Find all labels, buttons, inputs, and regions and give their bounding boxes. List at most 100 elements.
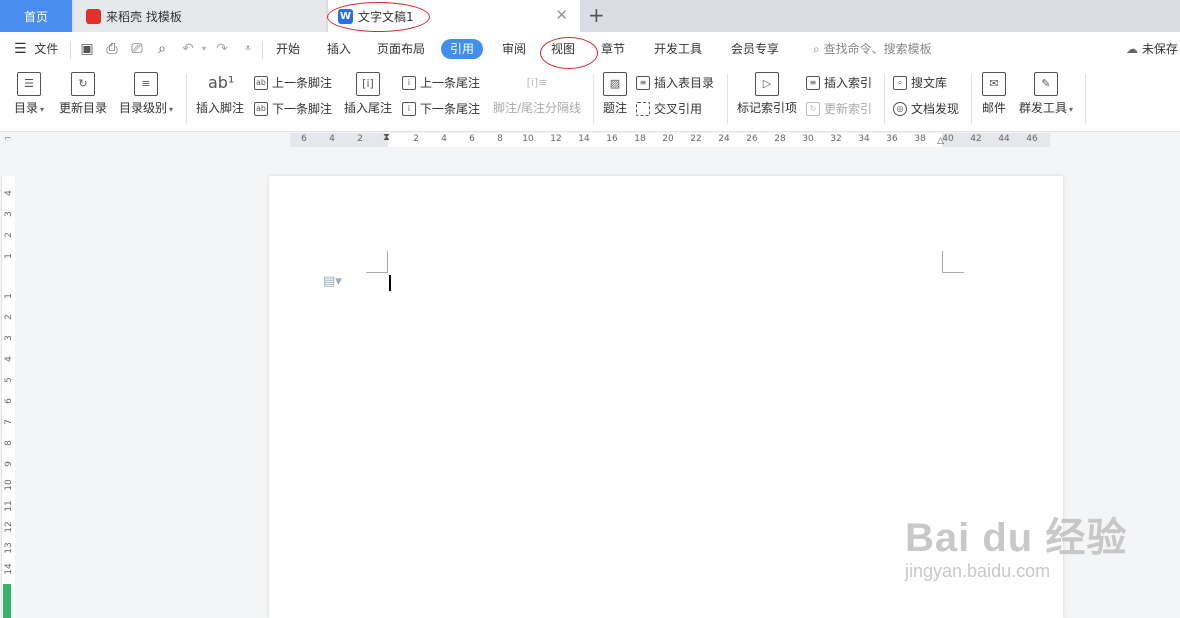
tab-chapter[interactable]: 章节: [601, 32, 625, 66]
search-library-label: 搜文库: [911, 76, 948, 90]
paragraph-layout-icon[interactable]: ▤▾: [323, 274, 342, 289]
tab-page-layout[interactable]: 页面布局: [377, 32, 425, 66]
hamburger-icon: ☰: [14, 41, 27, 57]
tab-insert[interactable]: 插入: [327, 32, 351, 66]
ruler-tick-label: 6: [469, 134, 475, 144]
compass-icon: ◎: [893, 101, 907, 116]
vertical-ruler-tick-label: 9: [4, 461, 14, 467]
search-library-button[interactable]: ⌕ 搜文库: [893, 74, 947, 91]
mass-send-icon: ✎: [1034, 72, 1058, 96]
insert-index-icon: ≡: [806, 75, 820, 90]
caption-label: 题注: [602, 101, 627, 115]
ruler-tick-label: 26: [746, 134, 758, 144]
undo-icon[interactable]: ↶: [180, 41, 196, 57]
caption-button[interactable]: ▨ 题注: [602, 72, 628, 116]
vertical-ruler-tick-label: 2: [4, 314, 14, 320]
tab-review[interactable]: 审阅: [502, 32, 526, 66]
insert-table-of-figures-button[interactable]: ≡ 插入表目录: [636, 74, 714, 91]
vertical-ruler-tick-label: 4: [4, 356, 14, 362]
insert-footnote-button[interactable]: ab¹ 插入脚注: [195, 72, 245, 116]
ruler-tick-label: 2: [357, 134, 363, 144]
divider: [70, 41, 71, 59]
prev-endnote-button[interactable]: i 上一条尾注: [402, 74, 480, 91]
tab-daoke-templates[interactable]: 来稻壳 找模板: [74, 0, 326, 32]
right-indent-marker-icon[interactable]: △: [937, 136, 944, 146]
tab-developer-tools[interactable]: 开发工具: [654, 32, 702, 66]
document-discovery-button[interactable]: ◎ 文档发现: [893, 100, 959, 117]
footnote-separator-button[interactable]: [i]≡ 脚注/尾注分隔线: [491, 72, 583, 116]
ribbon-divider: [186, 74, 187, 124]
endnote-icon: [i]: [356, 72, 380, 96]
toc-button[interactable]: ☰ 目录 ▾: [12, 72, 46, 116]
tab-start[interactable]: 开始: [276, 32, 300, 66]
toc-level-button[interactable]: ≡ 目录级别 ▾: [117, 72, 175, 116]
tab-view[interactable]: 视图: [551, 32, 575, 66]
tab-references[interactable]: 引用: [441, 39, 484, 59]
command-search[interactable]: ⌕ 查找命令、搜索模板: [813, 32, 932, 66]
redo-icon[interactable]: ↷: [214, 41, 230, 57]
ruler-tick-label: 12: [550, 134, 562, 144]
prev-footnote-icon: ab: [254, 75, 268, 90]
ruler-tick-label: 4: [329, 134, 335, 144]
ruler-tick-label: 2: [413, 134, 419, 144]
vertical-ruler-tick-label: 3: [4, 335, 14, 341]
ruler-tick-label: 42: [970, 134, 982, 144]
tab-member-exclusive[interactable]: 会员专享: [731, 32, 779, 66]
ruler-tick-label: 30: [802, 134, 814, 144]
prev-footnote-button[interactable]: ab 上一条脚注: [254, 74, 332, 91]
vertical-ruler-tick-label: 7: [4, 419, 14, 425]
vertical-ruler[interactable]: 432112345678910111213141516: [0, 148, 16, 618]
vertical-ruler-tick-label: 14: [4, 563, 14, 575]
close-tab-icon[interactable]: ✕: [555, 8, 568, 23]
file-menu[interactable]: ☰ 文件: [14, 32, 58, 66]
insert-index-button[interactable]: ≡ 插入索引: [806, 74, 872, 91]
update-toc-button[interactable]: ↻ 更新目录: [57, 72, 109, 116]
margin-corner-mark: [366, 251, 388, 273]
tab-document[interactable]: W 文字文稿1 ✕: [328, 0, 580, 32]
tab-stop-selector-icon[interactable]: ⌐: [4, 134, 12, 144]
vertical-ruler-tick-label: 12: [4, 521, 14, 533]
ribbon-divider: [884, 74, 885, 124]
update-toc-label: 更新目录: [58, 101, 107, 115]
new-tab-plus-icon[interactable]: +: [588, 4, 605, 26]
update-index-button[interactable]: ↻ 更新索引: [806, 100, 872, 117]
caption-icon: ▨: [603, 72, 627, 96]
print-icon[interactable]: ⎚: [129, 41, 145, 57]
vertical-ruler-tick-label: 13: [4, 542, 14, 554]
vertical-ruler-tick-label: 3: [4, 211, 14, 217]
cross-reference-button[interactable]: 交叉引用: [636, 100, 702, 117]
ruler-tick-label: 24: [718, 134, 730, 144]
table-of-figures-icon: ≡: [636, 75, 650, 90]
update-toc-icon: ↻: [71, 72, 95, 96]
insert-endnote-button[interactable]: [i] 插入尾注: [343, 72, 393, 116]
next-footnote-icon: ab: [254, 101, 268, 116]
horizontal-ruler[interactable]: ⌐ 6 4 2 2 4 6 8 10 12 14 16 18 20 22 24 26 28 30 32 34 36 38 4…: [0, 132, 1180, 148]
ruler-tick-label: 38: [914, 134, 926, 144]
footnote-ab-icon: ab¹: [208, 73, 235, 92]
mark-index-entry-button[interactable]: ▷ 标记索引项: [736, 72, 798, 116]
undo-dropdown-icon[interactable]: ▾: [196, 41, 212, 57]
vertical-ruler-tick-label: 2: [4, 232, 14, 238]
next-footnote-button[interactable]: ab 下一条脚注: [254, 100, 332, 117]
customize-quick-access-icon[interactable]: ⩡: [240, 41, 256, 57]
unsaved-status[interactable]: ☁ 未保存: [1126, 32, 1178, 66]
prev-endnote-icon: i: [402, 75, 416, 90]
title-tab-bar: 首页 来稻壳 找模板 W 文字文稿1 ✕ +: [0, 0, 1180, 32]
toc-level-label: 目录级别: [118, 101, 167, 115]
mark-index-icon: ▷: [755, 72, 779, 96]
indent-marker-icon[interactable]: ⧗: [383, 132, 390, 143]
ruler-tick-label: 14: [578, 134, 590, 144]
toc-level-icon: ≡: [134, 72, 158, 96]
tab-home[interactable]: 首页: [0, 0, 72, 32]
next-endnote-button[interactable]: i 下一条尾注: [402, 100, 480, 117]
print-preview-icon[interactable]: ⌕: [154, 41, 170, 57]
vertical-ruler-tick-label: 8: [4, 440, 14, 446]
dropdown-arrow-icon: ▾: [169, 105, 174, 114]
mail-button[interactable]: ✉ 邮件: [980, 72, 1008, 116]
export-pdf-icon[interactable]: ⎙: [104, 41, 120, 57]
mass-send-tools-button[interactable]: ✎ 群发工具 ▾: [1016, 72, 1076, 116]
save-icon[interactable]: ▣: [79, 41, 95, 57]
ribbon-references: ☰ 目录 ▾ ↻ 更新目录 ≡ 目录级别 ▾ ab¹ 插入脚注 ab 上一条脚注 ab…: [0, 66, 1180, 132]
watermark-url: jingyan.baidu.com: [905, 561, 1051, 581]
update-index-label: 更新索引: [824, 102, 873, 116]
